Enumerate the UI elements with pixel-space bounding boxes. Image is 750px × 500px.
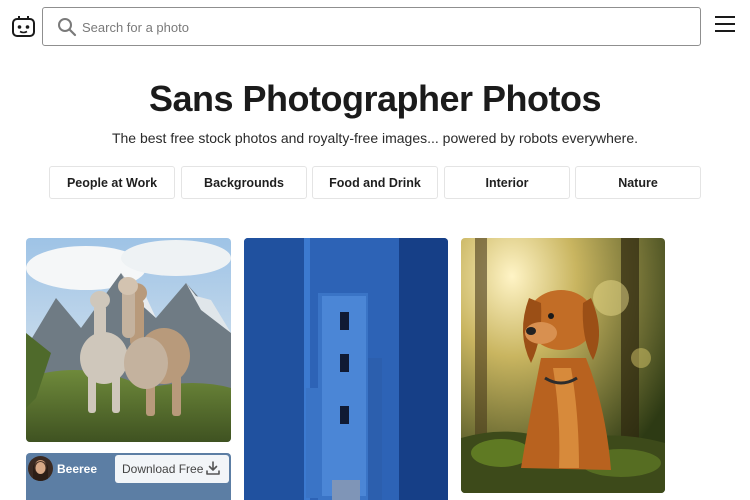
category-food-and-drink[interactable]: Food and Drink bbox=[312, 166, 438, 199]
category-nature[interactable]: Nature bbox=[575, 166, 701, 199]
search-bar[interactable] bbox=[42, 7, 701, 46]
category-people-at-work[interactable]: People at Work bbox=[49, 166, 175, 199]
photo-llamas[interactable] bbox=[26, 238, 231, 442]
download-label: Download Free bbox=[122, 462, 204, 476]
hamburger-menu-icon[interactable] bbox=[715, 16, 737, 36]
page-subtitle: The best free stock photos and royalty-f… bbox=[111, 130, 639, 146]
avatar[interactable] bbox=[28, 456, 53, 481]
photo-author-card: Beeree Download Free bbox=[26, 453, 231, 500]
photo-blue-building[interactable] bbox=[244, 238, 448, 500]
site-header bbox=[0, 0, 750, 54]
search-icon bbox=[57, 17, 77, 37]
photo-golden-retriever[interactable] bbox=[461, 238, 665, 493]
search-input[interactable] bbox=[82, 16, 682, 38]
category-interior[interactable]: Interior bbox=[444, 166, 570, 199]
download-icon bbox=[205, 460, 221, 476]
download-free-button[interactable]: Download Free bbox=[115, 455, 229, 483]
category-backgrounds[interactable]: Backgrounds bbox=[181, 166, 307, 199]
robot-face-icon[interactable] bbox=[11, 14, 36, 39]
author-name[interactable]: Beeree bbox=[57, 462, 97, 476]
page-title: Sans Photographer Photos bbox=[148, 78, 602, 119]
